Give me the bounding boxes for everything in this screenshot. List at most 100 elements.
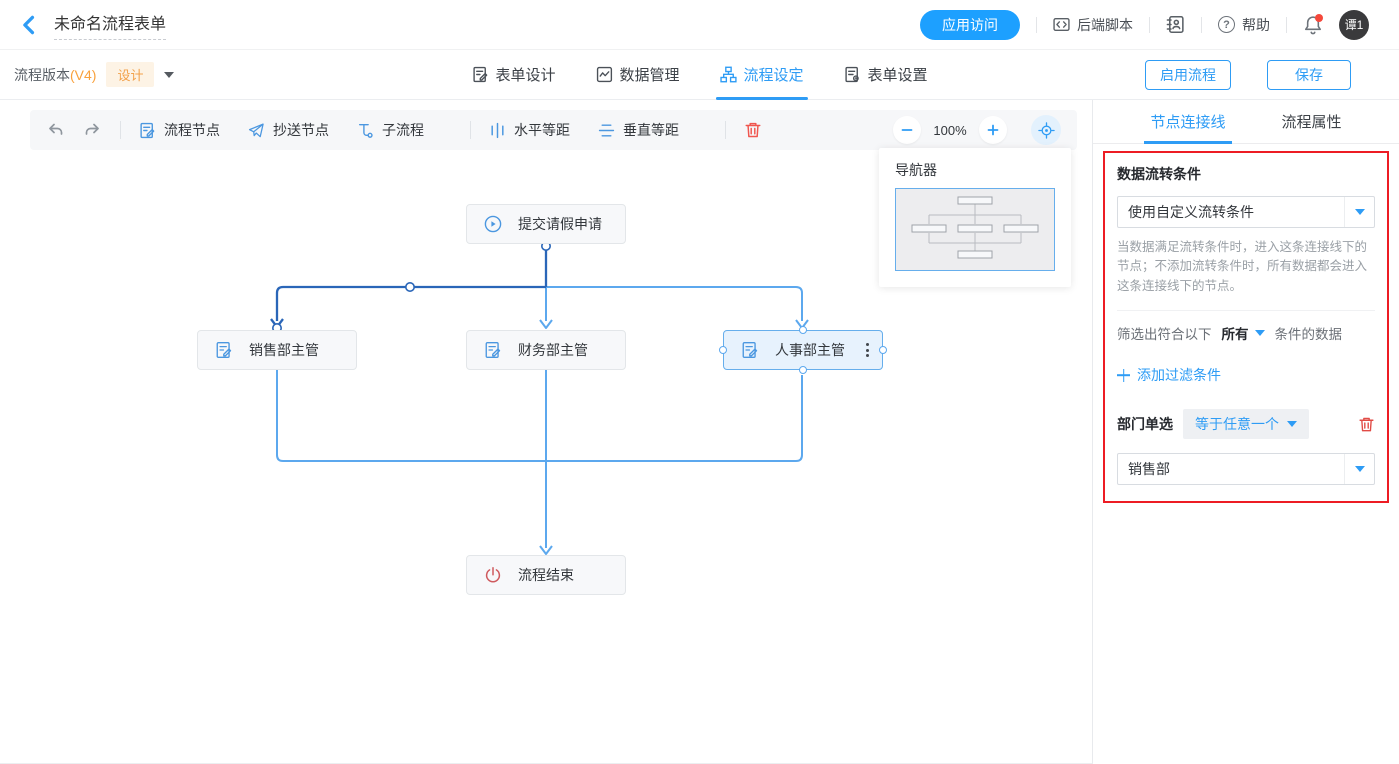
node-menu-icon[interactable] [863, 340, 872, 360]
condition-field-label: 部门单选 [1117, 414, 1173, 434]
question-icon: ? [1218, 16, 1235, 33]
address-book-icon[interactable] [1166, 15, 1185, 34]
branch-icon [357, 122, 374, 139]
node-sales[interactable]: 销售部主管 [197, 330, 357, 370]
zoom-in-button[interactable] [979, 116, 1007, 144]
tab-label: 数据管理 [619, 64, 679, 85]
condition-highlight-box: 数据流转条件 使用自定义流转条件 当数据满足流转条件时，进入这条连接线下的节点；… [1103, 151, 1389, 503]
add-filter-label: 添加过滤条件 [1137, 365, 1221, 385]
filter-mode-row: 筛选出符合以下 所有 条件的数据 [1117, 323, 1375, 343]
plus-icon [1117, 369, 1130, 382]
tab-node-connector[interactable]: 节点连接线 [1150, 100, 1225, 143]
navigator-title: 导航器 [895, 160, 1055, 180]
filter-suffix: 条件的数据 [1275, 323, 1343, 343]
navigator-minimap[interactable] [895, 188, 1055, 271]
node-label: 人事部主管 [775, 340, 845, 360]
tab-flow-properties[interactable]: 流程属性 [1282, 100, 1342, 143]
tab-label: 流程设定 [744, 64, 804, 85]
tab-flow-settings[interactable]: 流程设定 [720, 50, 804, 100]
locate-button[interactable] [1031, 115, 1061, 145]
node-label: 流程结束 [518, 565, 574, 585]
navigator-panel: 导航器 [879, 148, 1071, 287]
zoom-controls: 100% [893, 115, 1061, 145]
vertical-spacing-icon [598, 122, 615, 139]
horizontal-spacing-icon [489, 122, 506, 139]
operator-select[interactable]: 等于任意一个 [1183, 409, 1309, 439]
v-space-label: 垂直等距 [623, 120, 679, 140]
node-handle-left[interactable] [719, 346, 727, 354]
divider [1201, 17, 1202, 33]
tab-label: 表单设置 [868, 64, 928, 85]
tab-data-management[interactable]: 数据管理 [595, 50, 679, 100]
delete-condition-button[interactable] [1358, 416, 1375, 433]
condition-value-select[interactable]: 销售部 [1117, 453, 1375, 485]
divider [1149, 17, 1150, 33]
tab-form-design[interactable]: 表单设计 [471, 50, 555, 100]
main-tabs: 表单设计 数据管理 流程设定 表单设置 [471, 50, 927, 100]
node-label: 提交请假申请 [518, 214, 602, 234]
select-caret [1344, 454, 1374, 484]
save-button[interactable]: 保存 [1267, 60, 1351, 90]
backend-script-button[interactable]: 后端脚本 [1053, 15, 1133, 35]
add-filter-link[interactable]: 添加过滤条件 [1117, 365, 1375, 385]
chart-icon [595, 66, 612, 83]
panel-tabs: 节点连接线 流程属性 [1093, 100, 1399, 144]
node-handle-bottom[interactable] [799, 366, 807, 374]
flow-org-icon [720, 66, 737, 83]
help-button[interactable]: ? 帮助 [1218, 15, 1270, 35]
app-access-button[interactable]: 应用访问 [920, 10, 1020, 40]
design-status-badge: 设计 [106, 62, 154, 87]
node-hr[interactable]: 人事部主管 [723, 330, 883, 370]
form-icon [484, 341, 502, 359]
node-handle-top[interactable] [799, 326, 807, 334]
code-icon [1053, 16, 1070, 33]
operator-value: 等于任意一个 [1195, 414, 1279, 434]
form-icon [741, 341, 759, 359]
caret-down-icon [1255, 330, 1265, 336]
undo-icon[interactable] [46, 120, 66, 140]
filter-mode-select[interactable]: 所有 [1222, 323, 1265, 343]
node-finance[interactable]: 财务部主管 [466, 330, 626, 370]
version-value: (V4) [70, 67, 96, 83]
select-caret [1344, 197, 1374, 227]
condition-section-title: 数据流转条件 [1117, 164, 1375, 184]
h-space-button[interactable]: 水平等距 [489, 120, 570, 140]
cc-node-label: 抄送节点 [273, 120, 329, 140]
tab-form-settings[interactable]: 表单设置 [844, 50, 928, 100]
zoom-level: 100% [931, 123, 969, 138]
condition-help-text: 当数据满足流转条件时，进入这条连接线下的节点；不添加流转条件时，所有数据都会进入… [1117, 238, 1375, 311]
v-space-button[interactable]: 垂直等距 [598, 120, 679, 140]
notification-dot [1315, 14, 1323, 22]
sub-header: 流程版本(V4) 设计 表单设计 数据管理 流程设定 [0, 50, 1399, 100]
backend-script-label: 后端脚本 [1077, 15, 1133, 35]
enable-flow-button[interactable]: 启用流程 [1145, 60, 1231, 90]
version-label: 流程版本(V4) [14, 65, 96, 85]
node-handle-right[interactable] [879, 346, 887, 354]
version-caret-icon[interactable] [164, 72, 174, 78]
zoom-out-button[interactable] [893, 116, 921, 144]
paper-plane-icon [248, 122, 265, 139]
help-label: 帮助 [1242, 15, 1270, 35]
flow-node-button[interactable]: 流程节点 [139, 120, 220, 140]
condition-value: 销售部 [1118, 459, 1344, 479]
node-end[interactable]: 流程结束 [466, 555, 626, 595]
play-icon [484, 215, 502, 233]
cc-node-button[interactable]: 抄送节点 [248, 120, 329, 140]
caret-down-icon [1287, 421, 1297, 427]
tab-label: 表单设计 [495, 64, 555, 85]
node-start[interactable]: 提交请假申请 [466, 204, 626, 244]
condition-field-row: 部门单选 等于任意一个 [1117, 409, 1375, 439]
divider [1036, 17, 1037, 33]
caret-down-icon [1355, 466, 1365, 472]
back-icon[interactable] [18, 14, 40, 36]
delete-node-button[interactable] [744, 121, 762, 139]
power-icon [484, 566, 502, 584]
form-pencil-icon [471, 66, 488, 83]
condition-type-select[interactable]: 使用自定义流转条件 [1117, 196, 1375, 228]
notification-bell-icon[interactable] [1303, 14, 1323, 36]
subflow-button[interactable]: 子流程 [357, 120, 424, 140]
avatar[interactable]: 谭1 [1339, 10, 1369, 40]
redo-icon[interactable] [82, 120, 102, 140]
page-title[interactable]: 未命名流程表单 [54, 10, 166, 40]
flow-canvas[interactable]: 流程节点 抄送节点 子流程 水平等距 [0, 100, 1093, 764]
